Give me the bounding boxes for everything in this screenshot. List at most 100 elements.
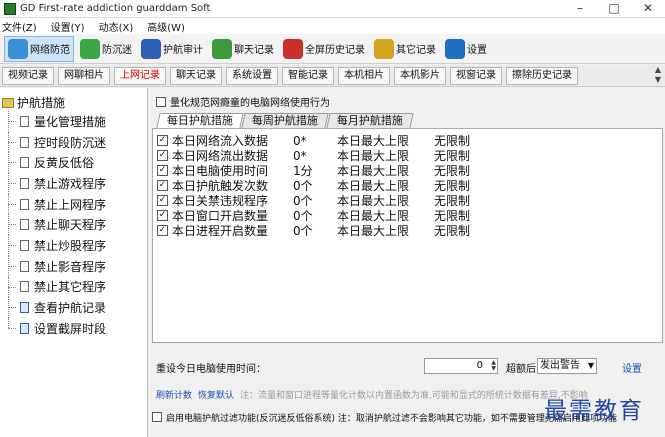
toolbar-settings[interactable]: 设置 xyxy=(442,36,490,62)
leaf-icon xyxy=(80,38,100,59)
doc-icon xyxy=(20,198,29,210)
toolbar-fullscreen-history[interactable]: 全屏历史记录 xyxy=(280,36,368,62)
menu-file[interactable]: 文件(Z) xyxy=(2,19,37,34)
doc-icon xyxy=(20,281,29,293)
doc-icon xyxy=(20,136,29,148)
tab-video-records[interactable]: 视频记录 xyxy=(2,66,54,85)
toolbar-network-defense[interactable]: 网络防范 xyxy=(4,35,74,62)
count-note: 注：流量和窗口进程等量化计数以内置函数为准,可能和显式的所统计数据有差异,不影响 xyxy=(240,390,588,401)
doc-icon xyxy=(20,157,29,169)
doc-icon xyxy=(20,177,29,189)
tree-item-block-stocks[interactable]: 禁止炒股程序 xyxy=(0,235,147,256)
list-item: ✓ 本日护航触发次数 0个 本日最大上限 无限制 xyxy=(157,179,470,193)
menu-advanced[interactable]: 高级(W) xyxy=(147,19,185,34)
row-checkbox[interactable]: ✓ xyxy=(157,195,168,206)
tree-item-anti-vulgar[interactable]: 反黄反低俗 xyxy=(0,152,147,174)
row-name: 本日进程开启数量 xyxy=(172,224,269,238)
tree-item-label: 禁止影音程序 xyxy=(34,259,107,274)
set-link[interactable]: 设置 xyxy=(622,360,642,375)
main-toolbar: 网络防范 防沉迷 护航审计 聊天记录 全屏历史记录 其它记录 设置 xyxy=(0,34,665,64)
doc-icon xyxy=(20,115,29,127)
menu-dynamic[interactable]: 动态(X) xyxy=(99,19,134,34)
measures-tree: 护航措施 量化管理措施 控时段防沉迷 反黄反低俗 禁止游戏程序 禁止上网程序 禁… xyxy=(0,88,148,437)
row-checkbox[interactable]: ✓ xyxy=(157,225,168,236)
watermark-text: 最需教育 xyxy=(544,398,644,424)
row-value: 0个 xyxy=(293,224,313,238)
tree-item-quantify[interactable]: 量化管理措施 xyxy=(0,111,147,132)
tree-item-block-media[interactable]: 禁止影音程序 xyxy=(0,255,147,277)
after-exceed-label: 超额后 xyxy=(506,364,536,375)
close-button[interactable]: ✕ xyxy=(631,0,665,18)
checkbox-box[interactable] xyxy=(156,96,166,107)
toolbar-other-records[interactable]: 其它记录 xyxy=(371,36,439,62)
tab-smart-records[interactable]: 智能记录 xyxy=(282,66,334,85)
tree-item-time-control[interactable]: 控时段防沉迷 xyxy=(0,131,147,153)
list-item: ✓ 本日网络流入数据 0* 本日最大上限 无限制 xyxy=(157,134,470,148)
window-title: GD First-rate addiction guarddam Soft xyxy=(20,3,211,14)
list-item: ✓ 本日关禁违规程序 0个 本日最大上限 无限制 xyxy=(157,194,470,208)
list-item: ✓ 本日进程开启数量 0个 本日最大上限 无限制 xyxy=(157,224,471,238)
main-panel: 量化规范网瘾童的电脑网络使用行为 每日护航措施 每周护航措施 每月护航措施 ✓ … xyxy=(150,88,665,437)
tab-system-settings[interactable]: 系统设置 xyxy=(226,66,278,85)
maximize-button[interactable]: □ xyxy=(597,0,631,18)
exceed-action-select[interactable]: 发出警告 ▼ xyxy=(537,358,597,374)
tree-item-label: 禁止聊天程序 xyxy=(34,218,107,233)
minimize-button[interactable]: – xyxy=(563,0,597,18)
row-checkbox[interactable]: ✓ xyxy=(157,210,168,221)
toolbar-chat-log[interactable]: 聊天记录 xyxy=(209,36,277,62)
tree-item-label: 禁止其它程序 xyxy=(34,280,107,295)
reset-time-stepper[interactable]: 0 ▲ ▼ xyxy=(424,358,498,374)
tree-item-view-records[interactable]: 查看护航记录 xyxy=(0,297,147,318)
toolbar-label: 全屏历史记录 xyxy=(305,45,365,56)
tab-chat-records[interactable]: 聊天记录 xyxy=(170,66,222,85)
tab-chat-photos[interactable]: 网聊相片 xyxy=(58,66,110,85)
toolbar-label: 设置 xyxy=(467,45,487,56)
tree-item-screenshot-schedule[interactable]: 设置截屏时段 xyxy=(0,317,147,339)
doc-icon xyxy=(20,260,29,272)
tab-window-records[interactable]: 视窗记录 xyxy=(450,66,502,85)
arrow-doc-icon xyxy=(20,322,29,334)
chevron-down-icon: ▼ xyxy=(587,361,594,370)
tab-scroll-arrows[interactable]: ▲ ▼ xyxy=(653,65,663,86)
toolbar-label: 聊天记录 xyxy=(234,45,274,56)
tab-erase-history[interactable]: 擦除历史记录 xyxy=(506,66,578,85)
row-status: 无限制 xyxy=(434,224,471,238)
tree-item-block-other[interactable]: 禁止其它程序 xyxy=(0,276,147,298)
history-icon xyxy=(283,38,303,59)
row-checkbox[interactable]: ✓ xyxy=(157,150,168,161)
tree-item-block-internet[interactable]: 禁止上网程序 xyxy=(0,193,147,215)
row-checkbox[interactable]: ✓ xyxy=(157,180,168,191)
tree-item-label: 量化管理措施 xyxy=(34,114,107,129)
tab-weekly-measures[interactable]: 每周护航措施 xyxy=(241,113,329,128)
toolbar-audit[interactable]: 护航审计 xyxy=(138,36,206,62)
row-checkbox[interactable]: ✓ xyxy=(157,165,168,176)
tree-item-label: 禁止上网程序 xyxy=(34,197,107,212)
tab-local-videos[interactable]: 本机影片 xyxy=(394,66,446,85)
tab-daily-measures[interactable]: 每日护航措施 xyxy=(156,113,244,128)
toolbar-anti-addiction[interactable]: 防沉迷 xyxy=(77,36,135,62)
toolbar-label: 网络防范 xyxy=(30,45,70,56)
exceed-action-value: 发出警告 xyxy=(540,360,580,371)
list-item: ✓ 本日网络流出数据 0* 本日最大上限 无限制 xyxy=(157,149,470,163)
row-checkbox[interactable]: ✓ xyxy=(157,135,168,146)
stepper-arrows-icon[interactable]: ▲ ▼ xyxy=(486,360,496,372)
tree-item-block-chat[interactable]: 禁止聊天程序 xyxy=(0,214,147,236)
tab-local-photos[interactable]: 本机相片 xyxy=(338,66,390,85)
menu-settings[interactable]: 设置(Y) xyxy=(51,19,85,34)
quantify-checkbox[interactable]: 量化规范网瘾童的电脑网络使用行为 xyxy=(156,94,330,109)
book-icon xyxy=(141,38,161,59)
tree-item-block-games[interactable]: 禁止游戏程序 xyxy=(0,173,147,194)
toolbar-label: 防沉迷 xyxy=(102,45,132,56)
tree-root[interactable]: 护航措施 xyxy=(0,94,147,111)
folder-icon xyxy=(2,97,14,108)
refresh-count-link[interactable]: 刷新计数 xyxy=(156,388,192,401)
daily-measures-list: ✓ 本日网络流入数据 0* 本日最大上限 无限制 ✓ 本日网络流出数据 0* 本… xyxy=(152,128,663,343)
tab-monthly-measures[interactable]: 每月护航措施 xyxy=(326,113,414,128)
tab-web-records[interactable]: 上网记录 xyxy=(114,66,166,85)
list-item: ✓ 本日电脑使用时间 1分 本日最大上限 无限制 xyxy=(157,164,470,178)
tree-item-label: 设置截屏时段 xyxy=(34,321,107,336)
record-tab-bar: 视频记录 网聊相片 上网记录 聊天记录 系统设置 智能记录 本机相片 本机影片 … xyxy=(0,65,665,87)
tree-root-label: 护航措施 xyxy=(17,96,66,110)
restore-default-link[interactable]: 恢复默认 xyxy=(198,388,234,401)
checkbox-box[interactable] xyxy=(152,412,162,422)
